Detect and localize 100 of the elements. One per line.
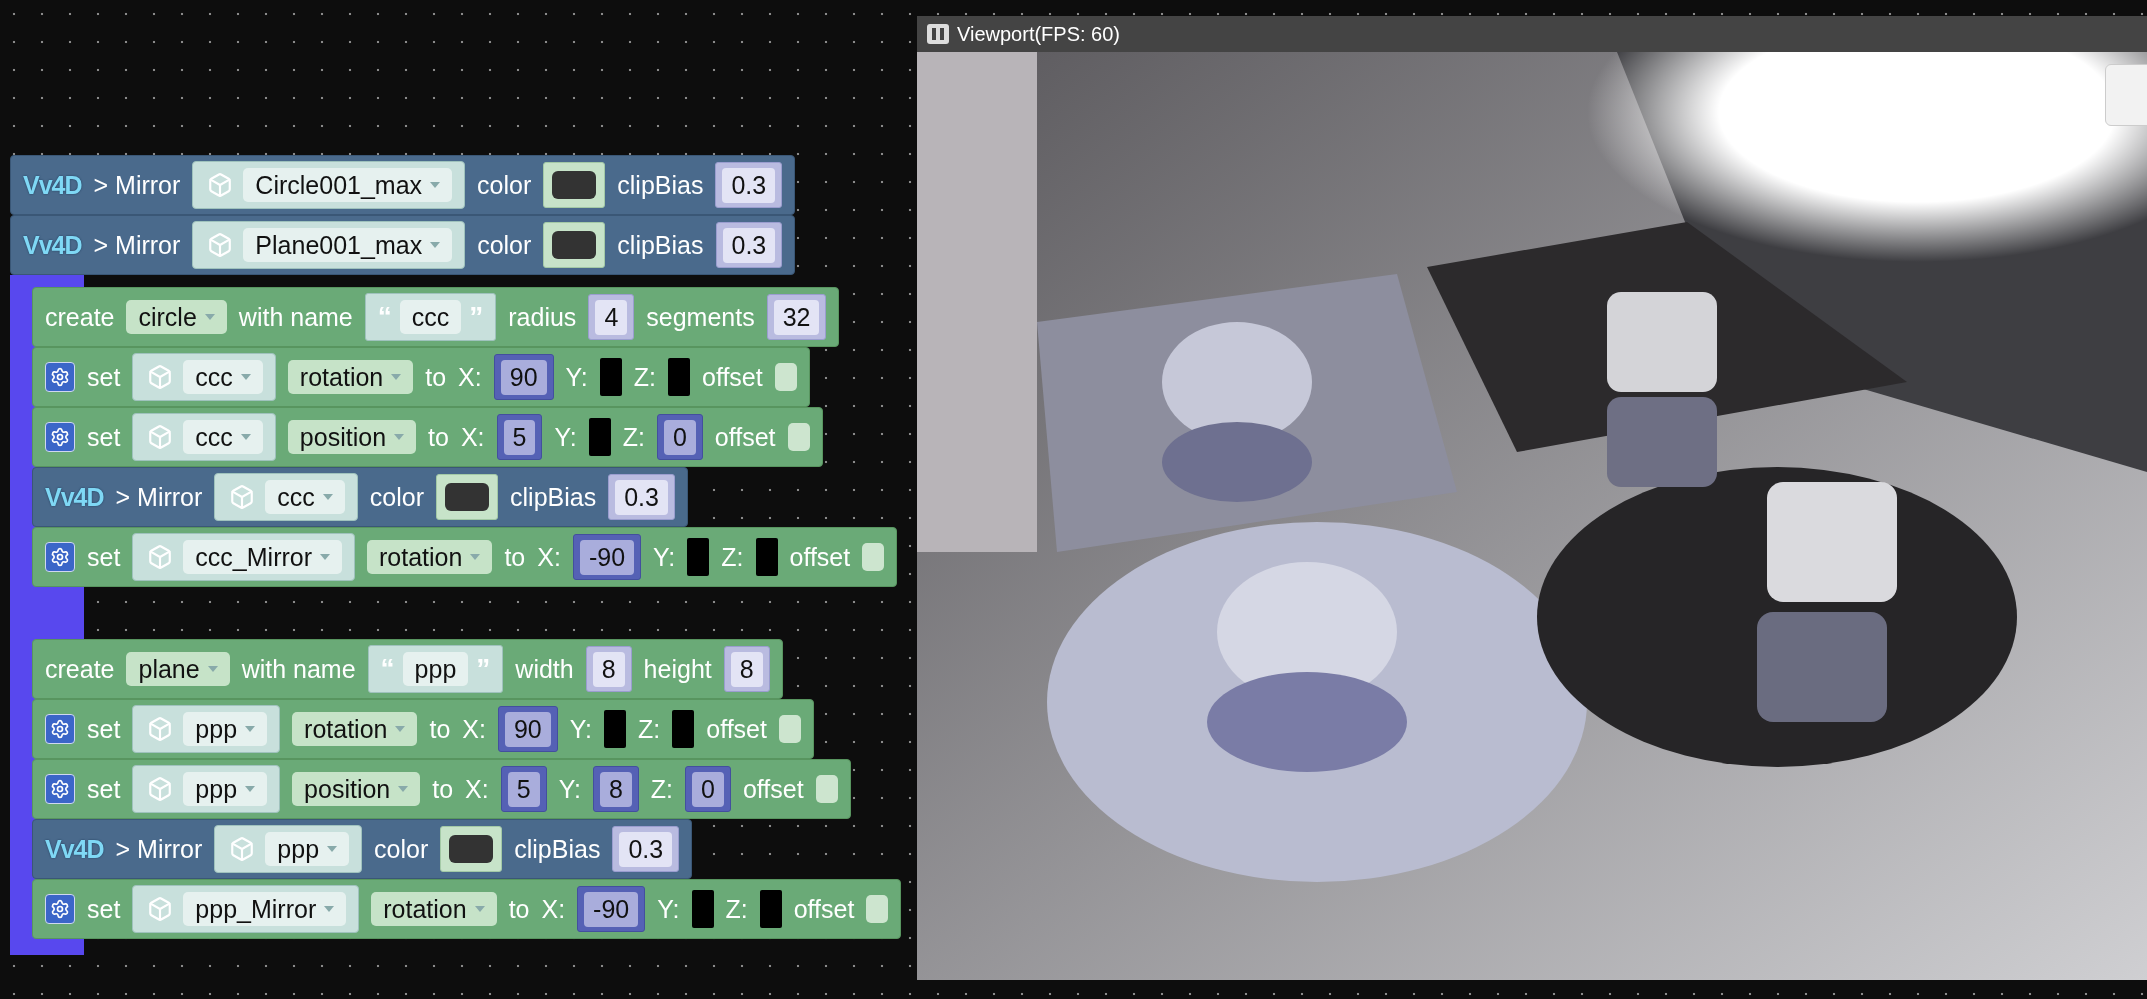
set-block[interactable]: set ccc_Mirror rotation to X: -90 Y: Z: offset (32, 527, 898, 587)
settings-icon[interactable] (45, 894, 75, 924)
cube-icon (147, 364, 174, 390)
block-label: clipBias (617, 170, 704, 200)
object-slot[interactable]: ppp_Mirror (132, 885, 360, 933)
number-field[interactable]: 8 (592, 651, 625, 687)
number-field[interactable]: 0 (692, 771, 724, 807)
object-dropdown[interactable]: ccc_Mirror (183, 540, 343, 574)
empty-slot[interactable] (599, 358, 622, 396)
property-dropdown[interactable]: position (287, 420, 417, 454)
text-slot[interactable]: “ ccc ” (364, 293, 497, 341)
block-label: clipBias (514, 834, 601, 864)
text-field[interactable]: ccc (399, 300, 462, 334)
object-slot[interactable]: ppp (132, 765, 281, 813)
block-label: offset (742, 774, 804, 804)
number-field[interactable]: 4 (595, 299, 628, 335)
number-field[interactable]: 0.3 (615, 479, 668, 515)
number-field[interactable]: 0 (663, 419, 696, 455)
number-field[interactable]: 0.3 (619, 831, 673, 867)
block-label: > Mirror (93, 230, 181, 260)
object-dropdown[interactable]: ppp (265, 832, 350, 866)
settings-icon[interactable] (45, 774, 75, 804)
object-slot[interactable]: ccc_Mirror (132, 533, 356, 581)
settings-icon[interactable] (45, 714, 75, 744)
empty-slot[interactable] (588, 418, 611, 456)
text-field[interactable]: ppp (402, 652, 469, 686)
object-dropdown[interactable]: Plane001_max (243, 228, 453, 262)
object-dropdown[interactable]: ccc (183, 420, 263, 454)
set-block[interactable]: set ccc position to X: 5 Y: Z: 0 offset (32, 407, 823, 467)
object-slot[interactable]: ccc (132, 353, 276, 401)
settings-icon[interactable] (45, 542, 75, 572)
block-label: set (87, 362, 121, 392)
number-field[interactable]: -90 (579, 539, 635, 575)
offset-checkbox[interactable] (778, 715, 801, 743)
settings-icon[interactable] (45, 362, 75, 392)
color-swatch[interactable] (543, 162, 606, 208)
set-block[interactable]: set ppp position to X: 5 Y: 8 Z: 0 offset (32, 759, 851, 819)
set-block[interactable]: set ccc rotation to X: 90 Y: Z: offset (32, 347, 810, 407)
block-label: offset (702, 362, 763, 392)
object-slot[interactable]: Circle001_max (192, 161, 466, 209)
color-swatch[interactable] (543, 222, 606, 268)
param-label: segments (646, 302, 755, 332)
mirror-block[interactable]: Vv4D > Mirror Circle001_max color clipBias 0.3 (10, 155, 796, 215)
offset-checkbox[interactable] (787, 423, 810, 451)
settings-icon[interactable] (45, 422, 75, 452)
object-slot[interactable]: ppp (132, 705, 281, 753)
offset-checkbox[interactable] (862, 543, 885, 571)
shape-dropdown[interactable]: circle (126, 300, 227, 334)
mirror-block[interactable]: Vv4D > Mirror ppp color clipBias 0.3 (32, 819, 693, 879)
text-slot[interactable]: “ ppp ” (367, 645, 504, 693)
empty-slot[interactable] (759, 890, 782, 928)
number-field[interactable]: 5 (507, 771, 540, 807)
create-block[interactable]: create plane with name “ ppp ” width 8 height 8 (32, 639, 783, 699)
mirror-block[interactable]: Vv4D > Mirror Plane001_max color clipBias 0.3 (10, 215, 796, 275)
number-field[interactable]: 8 (599, 771, 632, 807)
set-block[interactable]: set ppp_Mirror rotation to X: -90 Y: Z: offset (32, 879, 902, 939)
object-dropdown[interactable]: ppp_Mirror (183, 892, 347, 926)
set-block[interactable]: set ppp rotation to X: 90 Y: Z: offset (32, 699, 814, 759)
number-field[interactable]: 90 (504, 711, 551, 747)
object-dropdown[interactable]: ppp (183, 772, 268, 806)
number-field[interactable]: 32 (773, 299, 820, 335)
empty-slot[interactable] (672, 710, 695, 748)
object-dropdown[interactable]: Circle001_max (243, 168, 453, 202)
create-block[interactable]: create circle with name “ ccc ” radius 4 segments 32 (32, 287, 840, 347)
property-dropdown[interactable]: rotation (287, 360, 414, 394)
offset-checkbox[interactable] (815, 775, 838, 803)
object-dropdown[interactable]: ppp (183, 712, 268, 746)
panel-toggle[interactable] (2105, 64, 2147, 126)
number-field[interactable]: -90 (584, 891, 639, 927)
cube-icon (207, 172, 234, 198)
number-field[interactable]: 0.3 (722, 227, 776, 263)
pause-icon[interactable] (927, 24, 949, 44)
property-dropdown[interactable]: rotation (367, 540, 493, 574)
property-dropdown[interactable]: rotation (292, 712, 418, 746)
number-field[interactable]: 8 (730, 651, 763, 687)
cube-icon (147, 544, 174, 570)
number-field[interactable]: 0.3 (722, 167, 776, 203)
empty-slot[interactable] (687, 538, 710, 576)
empty-slot[interactable] (691, 890, 714, 928)
color-swatch[interactable] (440, 826, 503, 872)
number-field[interactable]: 90 (500, 359, 547, 395)
mirror-block[interactable]: Vv4D > Mirror ccc color clipBias 0.3 (32, 467, 688, 527)
object-slot[interactable]: ccc (132, 413, 276, 461)
object-slot[interactable]: ppp (214, 825, 363, 873)
axis-label: Y: (565, 362, 588, 392)
offset-checkbox[interactable] (774, 363, 797, 391)
object-slot[interactable]: Plane001_max (192, 221, 466, 269)
offset-checkbox[interactable] (866, 895, 889, 923)
block-label: to (425, 362, 447, 392)
object-dropdown[interactable]: ccc (183, 360, 263, 394)
empty-slot[interactable] (755, 538, 778, 576)
shape-dropdown[interactable]: plane (126, 652, 230, 686)
number-field[interactable]: 5 (503, 419, 536, 455)
property-dropdown[interactable]: position (292, 772, 421, 806)
property-dropdown[interactable]: rotation (371, 892, 497, 926)
axis-label: Y: (558, 774, 581, 804)
color-swatch[interactable] (436, 474, 499, 520)
object-slot[interactable]: ccc (214, 473, 358, 521)
axis-label: X: (465, 774, 489, 804)
object-dropdown[interactable]: ccc (265, 480, 345, 514)
